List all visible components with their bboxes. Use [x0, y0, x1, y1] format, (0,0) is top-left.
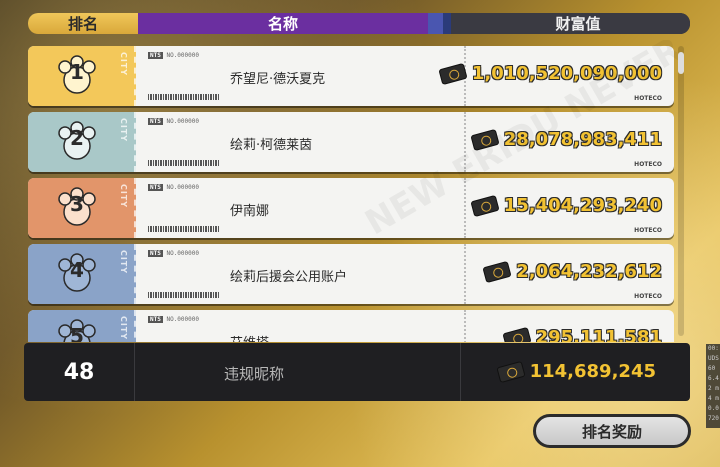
ticket-tag: NTS NO.000000	[148, 184, 199, 191]
card-icon	[501, 326, 532, 342]
rank-number: 5	[70, 324, 84, 342]
hotel-label: HOTECO	[634, 227, 662, 234]
card-icon	[495, 360, 526, 383]
card-icon	[438, 62, 468, 85]
ticket-tag: NTS NO.000000	[148, 52, 199, 59]
player-name: 乔望尼·德沃夏克	[230, 72, 326, 87]
rank-number: 2	[70, 126, 84, 150]
header-stripes	[428, 13, 466, 34]
rank-badge: 5 CITY	[28, 310, 136, 342]
debug-overlay: 00: UDS 60 6.4 2 m 4 m 0.0 720	[706, 344, 720, 428]
divider	[134, 343, 135, 401]
city-label: CITY	[119, 52, 128, 77]
wealth-value: 15,404,293,240	[503, 195, 662, 216]
rank-badge: 1 CITY	[28, 46, 136, 106]
leaderboard-row[interactable]: 5 CITY NTS NO.000000 艾维塔 295,111,581 HOT…	[28, 310, 674, 342]
ticket-tag-number: NO.000000	[166, 52, 199, 59]
ticket-tag: NTS NO.000000	[148, 250, 199, 257]
ticket-tag-number: NO.000000	[166, 118, 199, 125]
wealth: 295,111,581	[501, 326, 662, 342]
my-wealth-value: 114,689,245	[529, 361, 656, 382]
scrollbar[interactable]	[678, 46, 684, 336]
rank-number: 3	[70, 192, 84, 216]
rank-reward-button[interactable]: 排名奖励	[533, 414, 691, 448]
ticket-tag-number: NO.000000	[166, 250, 199, 257]
city-label: CITY	[119, 316, 128, 341]
my-wealth: 114,689,245	[495, 360, 656, 383]
rank-badge: 3 CITY	[28, 178, 136, 238]
barcode	[148, 226, 220, 232]
header-name: 名称	[138, 13, 428, 34]
ticket-tag-prefix: NTS	[148, 184, 163, 191]
leaderboard-panel: 排名 名称 财富值 1 CITY NTS NO.000000 乔望尼·德沃夏克 …	[24, 0, 690, 467]
debug-line: 00:	[708, 345, 719, 352]
header-wealth: 财富值	[466, 13, 690, 34]
ticket-tag-number: NO.000000	[166, 184, 199, 191]
city-label: CITY	[119, 118, 128, 143]
hotel-label: HOTECO	[634, 293, 662, 300]
debug-line: 0.0	[708, 405, 719, 412]
leaderboard-row[interactable]: 4 CITY NTS NO.000000 绘莉后援会公用账户 2,064,232…	[28, 244, 674, 304]
barcode	[148, 160, 220, 166]
ticket-tag-prefix: NTS	[148, 250, 163, 257]
player-name: 艾维塔	[230, 332, 269, 342]
hotel-label: HOTECO	[634, 95, 662, 102]
rank-number: 1	[70, 60, 84, 84]
leaderboard-header: 排名 名称 财富值	[28, 13, 690, 34]
my-rank-row: 48 违规昵称 114,689,245	[24, 343, 690, 401]
ticket-tag-number: NO.000000	[166, 316, 199, 323]
debug-line: 720	[708, 415, 719, 422]
wealth: 15,404,293,240	[470, 194, 662, 217]
hotel-label: HOTECO	[634, 161, 662, 168]
ticket-tag-prefix: NTS	[148, 316, 163, 323]
debug-line: UDS	[708, 355, 719, 362]
card-icon	[470, 194, 500, 217]
ticket-tag: NTS NO.000000	[148, 316, 199, 323]
wealth-value: 2,064,232,612	[516, 261, 662, 282]
my-name: 违规昵称	[224, 365, 285, 383]
barcode	[148, 292, 220, 298]
debug-line: 6.4	[708, 375, 719, 382]
wealth-value: 295,111,581	[535, 327, 662, 342]
scrollbar-thumb[interactable]	[678, 52, 684, 74]
leaderboard-row[interactable]: 3 CITY NTS NO.000000 伊南娜 15,404,293,240 …	[28, 178, 674, 238]
header-rank: 排名	[28, 13, 138, 34]
rank-number: 4	[70, 258, 84, 282]
divider	[460, 343, 461, 401]
debug-line: 60	[708, 365, 716, 372]
wealth: 2,064,232,612	[482, 260, 662, 283]
divider	[464, 244, 466, 304]
player-name: 绘莉·柯德莱茵	[230, 138, 313, 153]
player-name: 绘莉后援会公用账户	[230, 270, 348, 285]
ticket-tag: NTS NO.000000	[148, 118, 199, 125]
ticket-tag-prefix: NTS	[148, 118, 163, 125]
card-icon	[482, 260, 512, 283]
barcode	[148, 94, 220, 100]
leaderboard-list[interactable]: 1 CITY NTS NO.000000 乔望尼·德沃夏克 1,010,520,…	[24, 40, 690, 342]
my-rank-number: 48	[63, 359, 95, 385]
debug-line: 2 m	[708, 385, 719, 392]
city-label: CITY	[119, 184, 128, 209]
city-label: CITY	[119, 250, 128, 275]
rank-badge: 2 CITY	[28, 112, 136, 172]
rank-badge: 4 CITY	[28, 244, 136, 304]
ticket-tag-prefix: NTS	[148, 52, 163, 59]
player-name: 伊南娜	[230, 204, 270, 219]
debug-line: 4 m	[708, 395, 719, 402]
divider	[464, 310, 466, 342]
